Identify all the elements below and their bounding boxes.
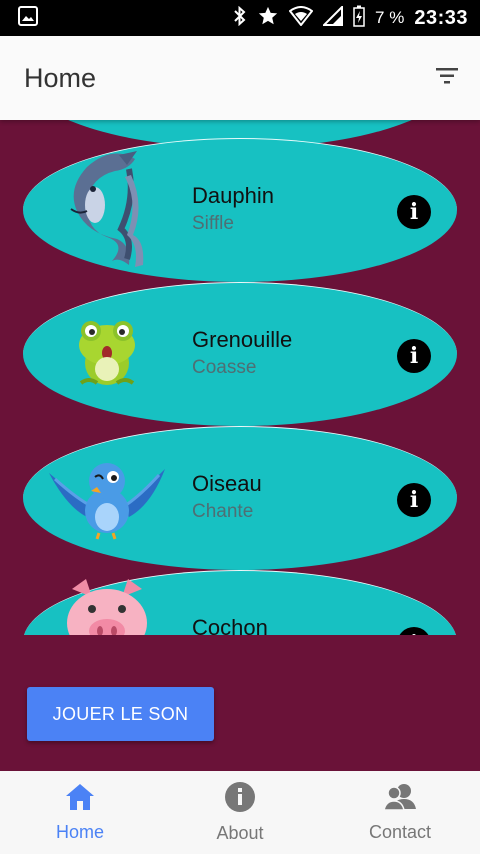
star-icon <box>257 5 279 32</box>
nav-label-home: Home <box>55 821 104 842</box>
app-bar: Home <box>0 36 480 120</box>
nav-label-about: About <box>216 822 264 843</box>
clock: 23:33 <box>414 6 468 29</box>
info-icon[interactable]: i <box>397 483 431 517</box>
list-item[interactable]: Dauphin Siffle i <box>23 138 457 282</box>
sunglasses-image <box>47 120 167 135</box>
info-icon[interactable]: i <box>397 195 431 229</box>
animal-name: Oiseau <box>192 471 262 496</box>
nav-item-contact[interactable]: Contact <box>320 771 480 854</box>
home-icon <box>65 783 95 816</box>
animal-list[interactable]: Dauphin Siffle i Grenouille Coasse i Ois… <box>0 120 480 635</box>
nav-label-contact: Contact <box>368 821 432 842</box>
play-sound-button[interactable]: JOUER LE SON <box>27 687 214 741</box>
animal-sound: Siffle <box>192 213 234 234</box>
cellular-signal-icon <box>321 4 344 31</box>
animal-sound: Coasse <box>192 357 257 378</box>
nav-item-about[interactable]: About <box>160 771 320 854</box>
animal-name: Dauphin <box>192 183 274 208</box>
battery-charging-icon <box>353 5 365 32</box>
bluetooth-icon <box>233 5 247 31</box>
pig-image <box>47 579 167 635</box>
info-icon[interactable]: i <box>397 627 431 635</box>
nav-item-home[interactable]: Home <box>0 771 160 854</box>
bird-image <box>47 435 167 563</box>
list-item[interactable]: Cochon i <box>23 570 457 635</box>
info-icon[interactable]: i <box>397 339 431 373</box>
status-bar: 7 % 23:33 <box>0 0 480 36</box>
page-title: Home <box>24 62 97 93</box>
wifi-icon <box>288 5 314 31</box>
list-item[interactable]: Grenouille Coasse i <box>23 282 457 426</box>
bottom-navigation: Home About Contact <box>0 771 480 854</box>
filter-icon[interactable] <box>436 67 458 89</box>
list-item[interactable]: Oiseau Chante i <box>23 426 457 570</box>
info-icon <box>225 781 255 817</box>
contacts-icon <box>383 783 416 816</box>
frog-image <box>47 291 167 419</box>
battery-percent: 7 % <box>375 8 405 27</box>
dolphin-image <box>47 147 167 275</box>
animal-sound: Chante <box>192 501 254 522</box>
animal-name: Cochon <box>192 615 268 635</box>
gallery-notification-icon <box>18 5 38 31</box>
animal-name: Grenouille <box>192 327 293 352</box>
